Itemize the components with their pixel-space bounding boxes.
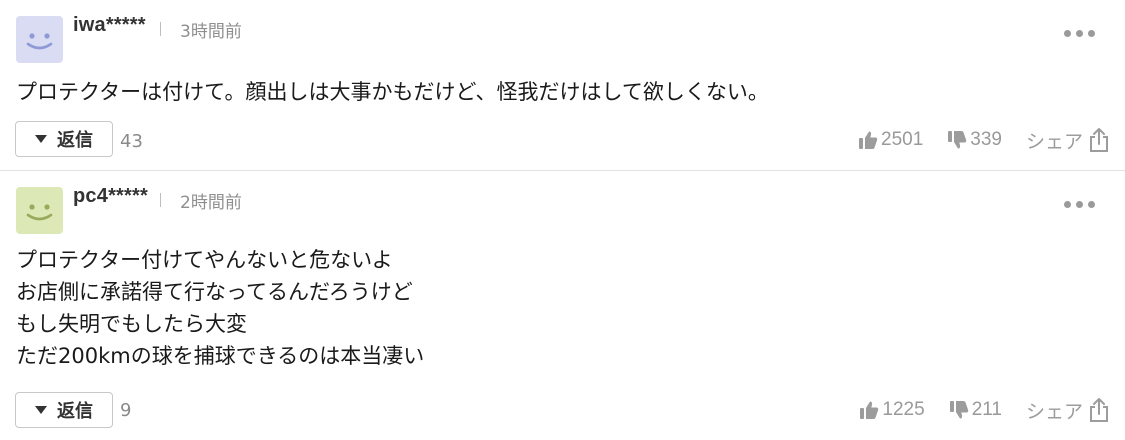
- reply-count: 9: [120, 400, 132, 421]
- dislike-count: 339: [970, 129, 1002, 150]
- share-label: シェア: [1025, 130, 1083, 153]
- comment-line: ただ200kmの球を捕球できるのは本当凄い: [16, 344, 425, 368]
- comment-body: プロテクターは付けて。顔出しは大事かもだけど、怪我だけはして欲しくない。: [16, 76, 1076, 108]
- comment-item: iwa***** 3時間前 プロテクターは付けて。顔出しは大事かもだけど、怪我だ…: [0, 0, 1125, 170]
- username[interactable]: iwa*****: [73, 14, 146, 37]
- thumbs-down-icon: [948, 131, 967, 149]
- reply-button[interactable]: 返信: [15, 121, 113, 157]
- comment-line: お店側に承諾得て行なってるんだろうけど: [16, 280, 413, 304]
- like-button[interactable]: 1225: [859, 399, 925, 421]
- caret-down-icon: [35, 135, 47, 143]
- comment-actions: 1225 211 シェア: [859, 393, 1109, 427]
- like-count: 2501: [881, 129, 924, 150]
- share-button[interactable]: シェア: [1026, 397, 1109, 424]
- like-count: 1225: [882, 399, 925, 420]
- divider: [160, 193, 161, 207]
- comment-actions: 2501 339 シェア: [858, 123, 1109, 157]
- share-icon: [1090, 128, 1108, 152]
- divider: [160, 22, 161, 36]
- like-button[interactable]: 2501: [858, 129, 923, 151]
- timestamp: 3時間前: [180, 22, 242, 42]
- dislike-count: 211: [971, 399, 1002, 420]
- comment-body: プロテクター付けてやんないと危ないよ お店側に承諾得て行なってるんだろうけど も…: [16, 244, 1076, 372]
- username[interactable]: pc4*****: [73, 185, 148, 208]
- reply-button[interactable]: 返信: [15, 392, 113, 428]
- comment-line: プロテクター付けてやんないと危ないよ: [16, 248, 393, 272]
- comment-item: pc4***** 2時間前 プロテクター付けてやんないと危ないよ お店側に承諾得…: [0, 171, 1125, 440]
- thumbs-down-icon: [949, 401, 968, 419]
- comment-line: プロテクターは付けて。顔出しは大事かもだけど、怪我だけはして欲しくない。: [16, 80, 769, 104]
- reply-label: 返信: [57, 401, 93, 422]
- avatar: [16, 16, 63, 63]
- dislike-button[interactable]: 339: [947, 129, 1002, 151]
- dislike-button[interactable]: 211: [949, 399, 1002, 421]
- reply-label: 返信: [57, 130, 93, 151]
- more-options-icon[interactable]: [1062, 28, 1097, 39]
- thumbs-up-icon: [859, 131, 878, 149]
- share-button[interactable]: シェア: [1026, 127, 1109, 154]
- caret-down-icon: [35, 406, 47, 414]
- avatar: [16, 187, 63, 234]
- share-label: シェア: [1025, 400, 1083, 423]
- comment-line: もし失明でもしたら大変: [16, 312, 247, 336]
- thumbs-up-icon: [860, 401, 879, 419]
- timestamp: 2時間前: [180, 193, 242, 213]
- more-options-icon[interactable]: [1062, 199, 1097, 210]
- share-icon: [1090, 398, 1108, 422]
- reply-count: 43: [120, 131, 143, 152]
